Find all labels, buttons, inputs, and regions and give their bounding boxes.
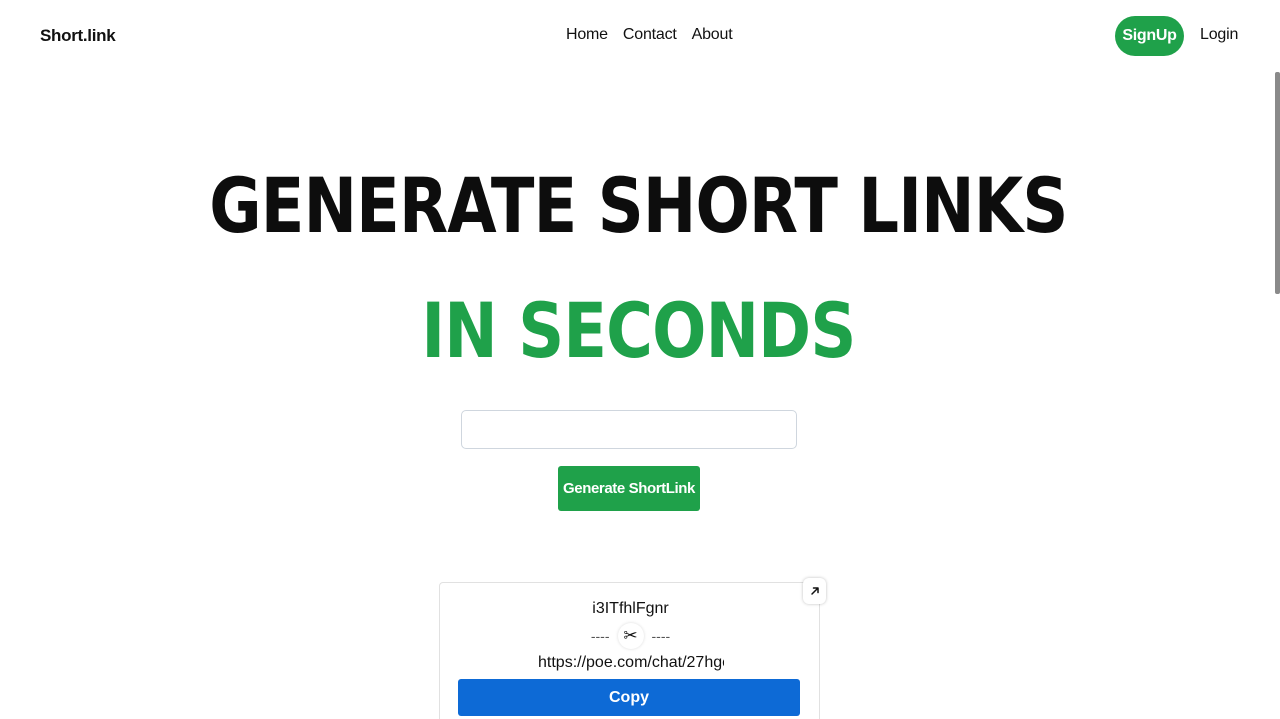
nav-links: Home Contact About — [566, 26, 733, 44]
result-card: i3ITfhlFgnr ---- ✂ ---- https://poe.com/… — [439, 582, 820, 719]
navbar: Short.link Home Contact About SignUp Log… — [0, 0, 1280, 72]
login-link[interactable]: Login — [1200, 26, 1238, 44]
brand-logo[interactable]: Short.link — [40, 26, 116, 46]
short-code: i3ITfhlFgnr — [592, 600, 669, 617]
nav-link-contact[interactable]: Contact — [623, 26, 677, 44]
divider-row: ---- ✂ ---- — [440, 623, 821, 649]
external-link-icon[interactable] — [803, 578, 826, 604]
copy-button[interactable]: Copy — [458, 679, 800, 716]
hero-title: GENERATE SHORT LINKS — [209, 161, 1068, 250]
signup-button[interactable]: SignUp — [1115, 16, 1184, 56]
original-url: https://poe.com/chat/27hgc — [538, 654, 724, 671]
url-input[interactable] — [461, 410, 797, 449]
hero-subtitle: IN SECONDS — [421, 286, 856, 375]
nav-link-home[interactable]: Home — [566, 26, 608, 44]
generate-shortlink-button[interactable]: Generate ShortLink — [558, 466, 700, 511]
scissors-icon: ✂ — [617, 623, 644, 649]
divider-right: ---- — [651, 628, 671, 644]
scrollbar-thumb[interactable] — [1275, 72, 1280, 294]
nav-link-about[interactable]: About — [692, 26, 733, 44]
divider-left: ---- — [590, 628, 610, 644]
